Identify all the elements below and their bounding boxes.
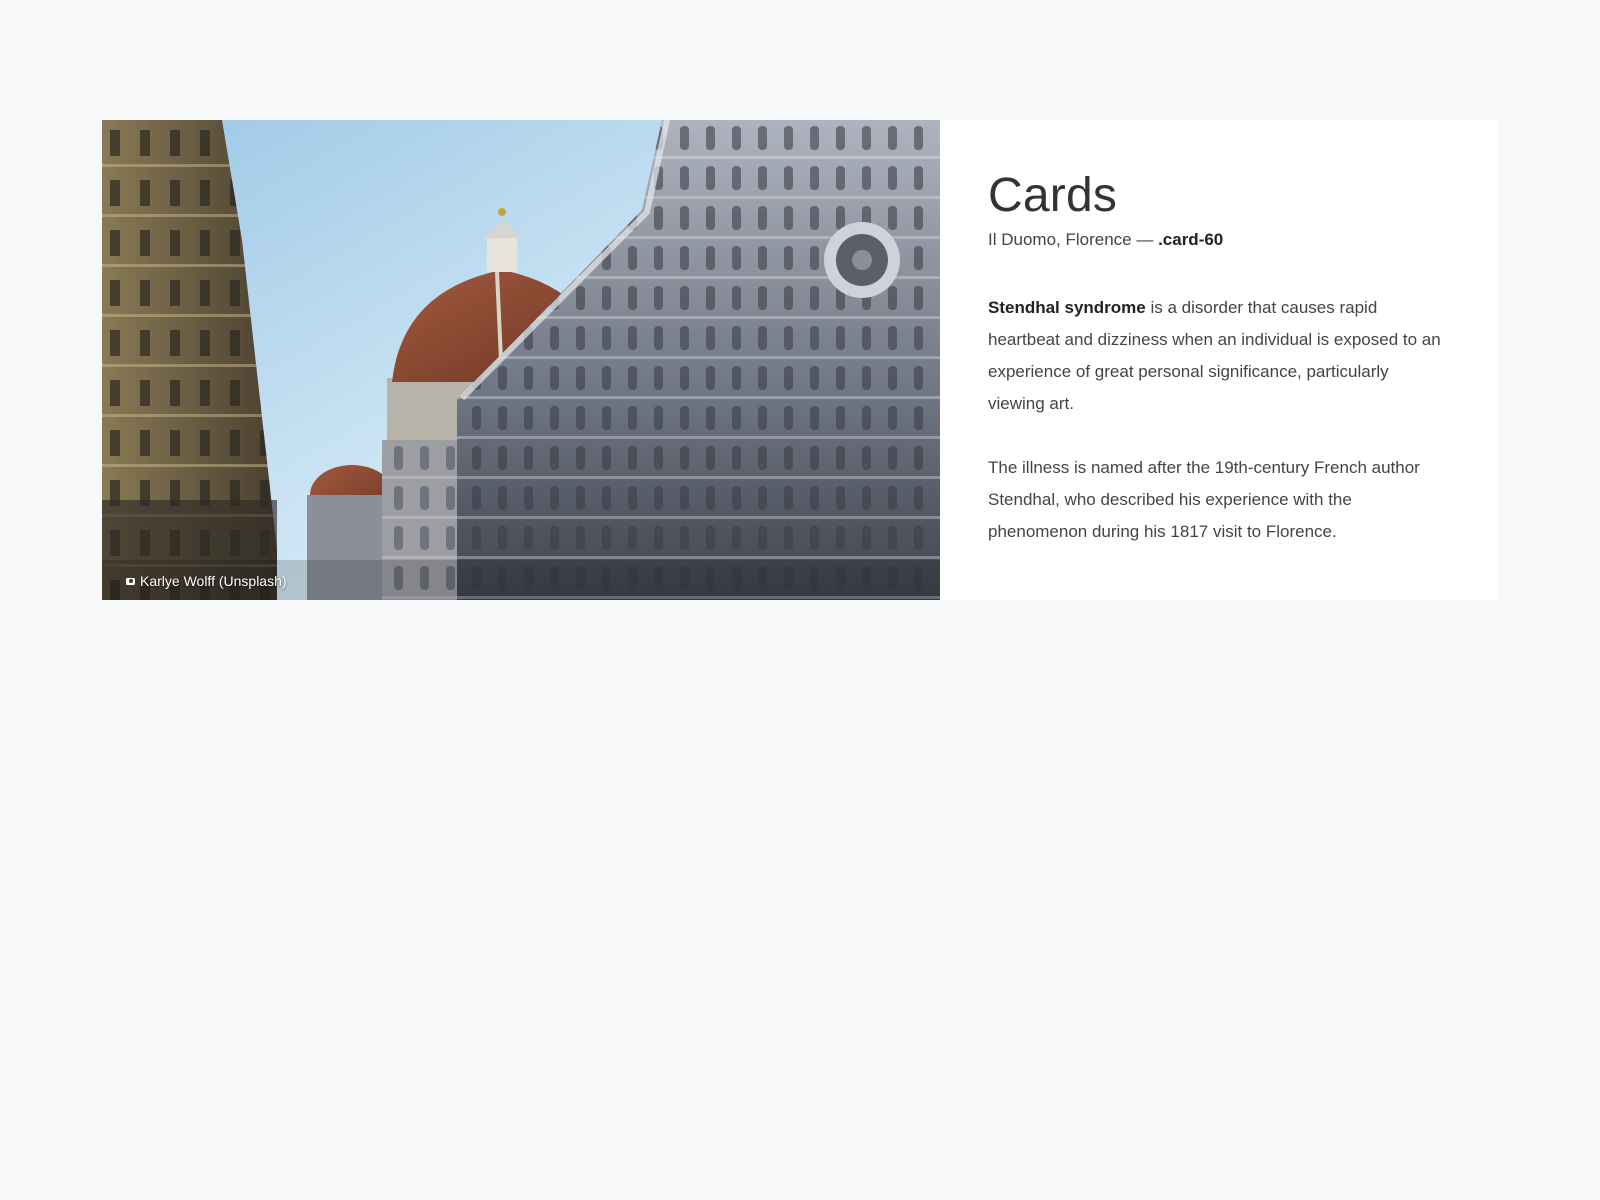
card-paragraph-bold: Stendhal syndrome — [988, 298, 1146, 317]
photo-credit-text: Karlye Wolff (Unsplash) — [140, 573, 287, 589]
card-image: Karlye Wolff (Unsplash) — [102, 120, 940, 600]
card-body: Cards Il Duomo, Florence — .card-60 Sten… — [940, 120, 1497, 600]
photo-credit: Karlye Wolff (Unsplash) — [126, 573, 287, 589]
card-paragraph: Stendhal syndrome is a disorder that cau… — [988, 292, 1448, 420]
card-paragraph: The illness is named after the 19th-cent… — [988, 458, 1420, 541]
card-class-name: .card-60 — [1158, 230, 1224, 249]
camera-icon — [126, 577, 135, 585]
card: Karlye Wolff (Unsplash) Cards Il Duomo, … — [102, 120, 1497, 600]
card-title: Cards — [988, 169, 1118, 222]
card-subtitle-text: Il Duomo, Florence — — [988, 230, 1159, 249]
card-subtitle: Il Duomo, Florence — .card-60 — [988, 228, 1449, 252]
duomo-photo — [102, 120, 940, 600]
